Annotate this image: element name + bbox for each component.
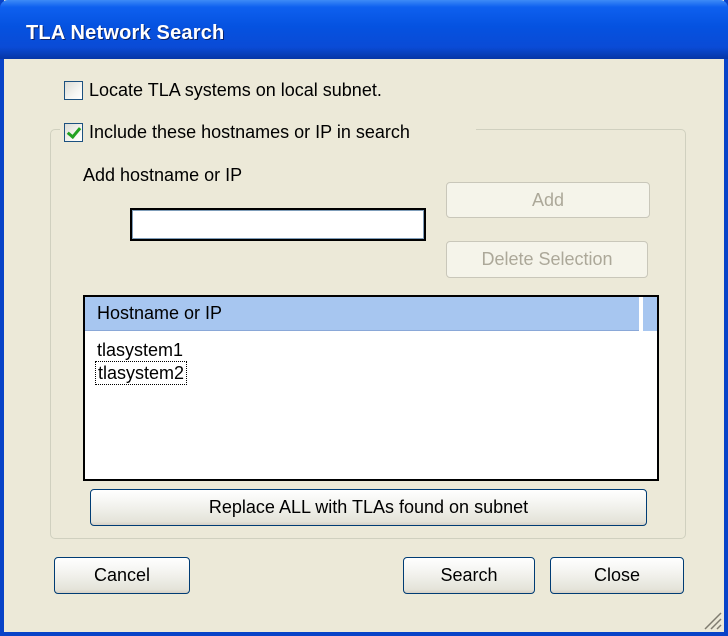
column-header-hostname[interactable]: Hostname or IP xyxy=(85,297,639,331)
column-header-filler xyxy=(641,297,657,331)
include-hosts-label: Include these hostnames or IP in search xyxy=(89,122,410,142)
window-title: TLA Network Search xyxy=(26,22,225,44)
list-item[interactable]: tlasystem2 xyxy=(95,361,188,385)
replace-all-button[interactable]: Replace ALL with TLAs found on subnet xyxy=(90,489,647,526)
resize-grip-icon[interactable] xyxy=(700,608,722,630)
close-button[interactable]: Close xyxy=(550,557,684,594)
title-bar[interactable]: TLA Network Search xyxy=(0,0,728,59)
locate-local-option[interactable]: Locate TLA systems on local subnet. xyxy=(64,80,382,101)
include-hosts-option[interactable]: Include these hostnames or IP in search xyxy=(64,122,410,143)
dialog-body: Locate TLA systems on local subnet. Incl… xyxy=(4,59,724,632)
delete-selection-button[interactable]: Delete Selection xyxy=(446,241,648,278)
include-hosts-checkbox[interactable] xyxy=(64,123,83,142)
hostname-input[interactable] xyxy=(130,208,426,241)
dialog-window: TLA Network Search Locate TLA systems on… xyxy=(0,0,728,636)
locate-local-label: Locate TLA systems on local subnet. xyxy=(89,80,382,100)
add-host-label: Add hostname or IP xyxy=(83,165,243,185)
cancel-button[interactable]: Cancel xyxy=(54,557,190,594)
search-button[interactable]: Search xyxy=(403,557,535,594)
list-item[interactable]: tlasystem1 xyxy=(95,339,185,361)
locate-local-checkbox[interactable] xyxy=(64,81,83,100)
host-list[interactable]: Hostname or IP tlasystem1 tlasystem2 xyxy=(83,295,659,481)
add-button[interactable]: Add xyxy=(446,182,650,218)
column-header-label: Hostname or IP xyxy=(97,303,223,323)
